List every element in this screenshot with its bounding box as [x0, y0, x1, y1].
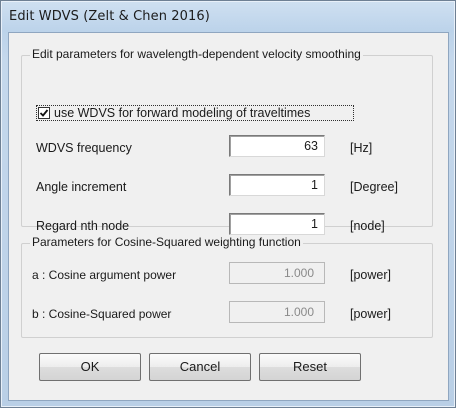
- ok-button[interactable]: OK: [39, 353, 141, 381]
- wdvs-parameters-group-title: Edit parameters for wavelength-dependent…: [30, 47, 363, 61]
- use-wdvs-checkbox-label: use WDVS for forward modeling of travelt…: [54, 106, 311, 120]
- cosine-squared-power-label: b : Cosine-Squared power: [32, 307, 172, 321]
- regard-nth-node-field[interactable]: 1: [229, 213, 325, 235]
- cosine-argument-power-label: a : Cosine argument power: [32, 268, 177, 282]
- cosine-argument-power-field: 1.000: [229, 262, 325, 284]
- angle-increment-field[interactable]: 1: [229, 174, 325, 196]
- regard-nth-node-label: Regard nth node: [36, 219, 130, 233]
- wdvs-frequency-field[interactable]: 63: [229, 135, 325, 157]
- cosine-weighting-group: Parameters for Cosine-Squared weighting …: [21, 235, 433, 338]
- angle-increment-unit: [Degree]: [350, 180, 398, 194]
- window-title: Edit WDVS (Zelt & Chen 2016): [9, 9, 210, 24]
- cosine-squared-power-field: 1.000: [229, 301, 325, 323]
- cosine-weighting-group-title: Parameters for Cosine-Squared weighting …: [30, 235, 303, 249]
- cosine-argument-power-unit: [power]: [350, 268, 391, 282]
- regard-nth-node-unit: [node]: [350, 219, 385, 233]
- dialog-client-area: Edit parameters for wavelength-dependent…: [8, 32, 449, 401]
- reset-button[interactable]: Reset: [259, 353, 361, 381]
- wdvs-parameters-group: Edit parameters for wavelength-dependent…: [21, 47, 433, 235]
- checkmark-icon: [39, 109, 49, 117]
- angle-increment-label: Angle increment: [36, 180, 127, 194]
- use-wdvs-checkbox-row[interactable]: use WDVS for forward modeling of travelt…: [36, 105, 354, 121]
- wdvs-frequency-unit: [Hz]: [350, 141, 373, 155]
- title-bar[interactable]: Edit WDVS (Zelt & Chen 2016): [1, 1, 455, 33]
- dialog-window: Edit WDVS (Zelt & Chen 2016) Edit parame…: [0, 0, 456, 408]
- cosine-squared-power-unit: [power]: [350, 307, 391, 321]
- use-wdvs-checkbox[interactable]: [38, 107, 50, 119]
- wdvs-frequency-label: WDVS frequency: [36, 141, 132, 155]
- cancel-button[interactable]: Cancel: [149, 353, 251, 381]
